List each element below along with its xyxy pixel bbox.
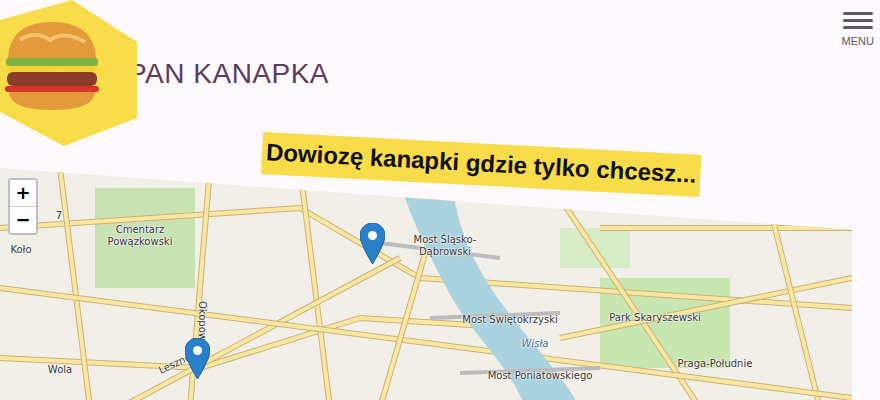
site-title: PAN KANAPKA [128, 56, 329, 90]
menu-bar [843, 26, 873, 29]
menu-bar [843, 12, 873, 15]
header: PAN KANAPKA MENU [0, 0, 880, 146]
burger-logo-icon[interactable] [0, 0, 137, 146]
map[interactable]: Cmentarz Powązkowski Wola Most Śląsko-Dąbr… [0, 168, 852, 400]
map-label: 7 [52, 210, 66, 222]
map-label: Praga-Południe [660, 358, 770, 370]
menu-label: MENU [842, 35, 874, 47]
logo[interactable] [0, 0, 137, 146]
map-label: Koło [3, 244, 39, 256]
menu-bar [843, 19, 873, 22]
zoom-out-button[interactable]: − [10, 206, 36, 233]
zoom-control: +− [8, 178, 38, 235]
map-label: Wisła [515, 338, 555, 350]
tagline: Dowiozę kanapki gdzie tylko chcesz... [261, 132, 701, 197]
page: PAN KANAPKA MENU Dowiozę kanapki gdzie tyl… [0, 0, 880, 400]
map-label: Cmentarz Powązkowski [100, 224, 180, 248]
zoom-in-button[interactable]: + [10, 180, 36, 206]
map-pin-icon[interactable] [185, 338, 210, 379]
brand[interactable]: PAN KANAPKA [0, 0, 329, 146]
map-label: Wola [40, 364, 80, 376]
map-pin-icon[interactable] [360, 223, 385, 264]
map-label: Most Poniatowskiego [475, 370, 605, 382]
menu-button[interactable]: MENU [838, 12, 878, 47]
map-label: Most Świętokrzyski [445, 314, 575, 326]
map-label: Most Śląsko-Dąbrowski [405, 234, 485, 258]
tagline-row: Dowiozę kanapki gdzie tylko chcesz... [0, 132, 880, 174]
map-label: Park Skaryszewski [595, 312, 715, 324]
